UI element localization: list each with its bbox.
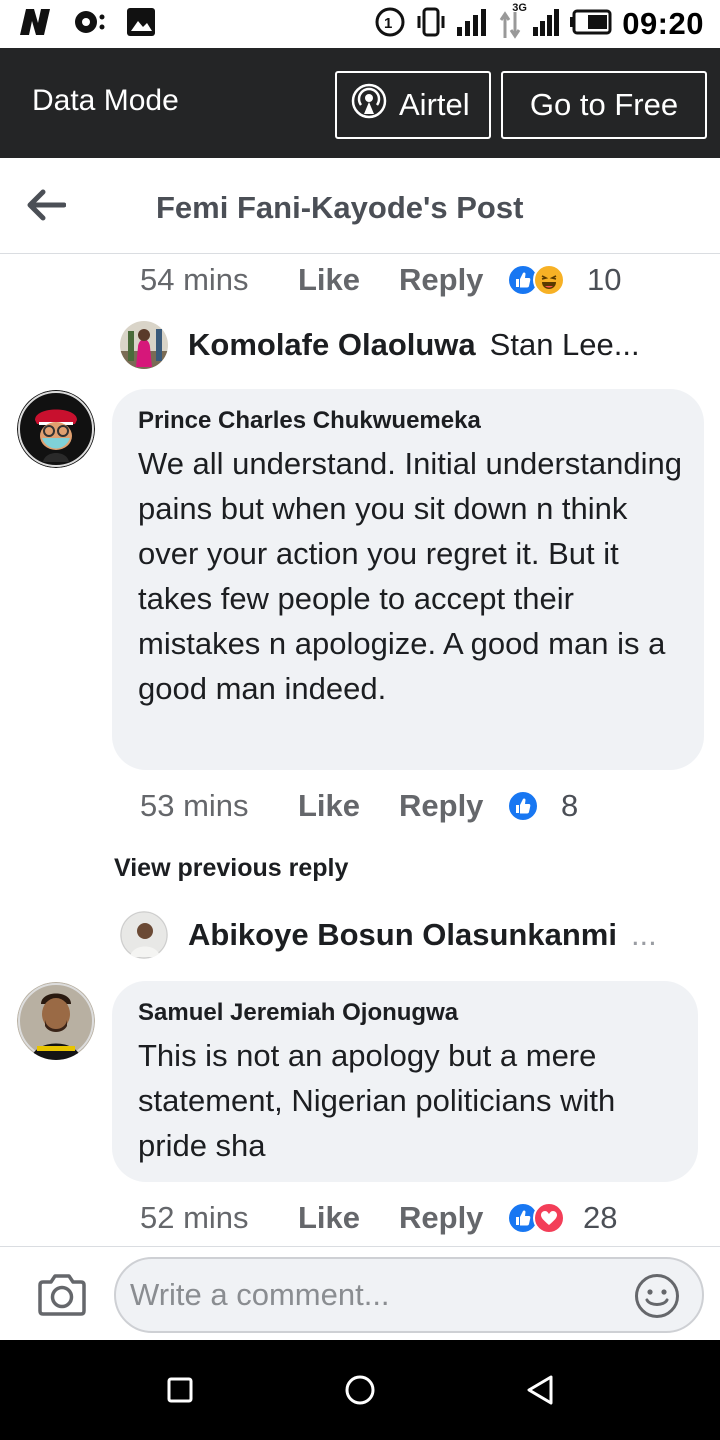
camera-icon[interactable] — [36, 1273, 88, 1317]
signal-icon-2 — [532, 7, 560, 42]
battery-icon — [570, 8, 612, 41]
reactions-summary[interactable] — [507, 1202, 565, 1234]
love-reaction-icon — [533, 1202, 565, 1234]
like-button[interactable]: Like — [298, 262, 399, 298]
svg-text:1: 1 — [384, 15, 392, 32]
volte-icon: 1 — [374, 6, 406, 43]
broadcast-icon — [351, 83, 387, 127]
timestamp: 52 mins — [140, 1200, 249, 1235]
data-mode-bar: Data Mode Airtel Go to Free — [0, 48, 720, 158]
like-reaction-icon — [507, 790, 539, 822]
reply-preview[interactable]: Abikoye Bosun Olasunkanmi ... — [120, 910, 657, 960]
avatar[interactable] — [17, 982, 95, 1060]
carrier-button[interactable]: Airtel — [335, 71, 491, 139]
comment-composer — [0, 1246, 720, 1340]
comment-input-container[interactable] — [114, 1257, 704, 1333]
clock: 09:20 — [622, 6, 704, 41]
back-icon[interactable] — [520, 1370, 560, 1410]
avatar[interactable] — [17, 390, 95, 468]
home-icon[interactable] — [340, 1370, 380, 1410]
signal-icon — [456, 7, 488, 42]
haha-reaction-icon — [533, 264, 565, 296]
data-3g-icon: 3G — [498, 2, 527, 40]
reply-actions: 54 mins Like Reply 10 — [140, 260, 621, 300]
reply-author[interactable]: Abikoye Bosun Olasunkanmi — [188, 917, 617, 953]
reply-author[interactable]: Komolafe Olaoluwa — [188, 327, 476, 363]
comment-author[interactable]: Prince Charles Chukwuemeka — [138, 407, 682, 435]
reply-preview[interactable]: Komolafe Olaoluwa Stan Lee... — [120, 320, 640, 370]
recents-icon[interactable] — [160, 1370, 200, 1410]
reply-snippet: ... — [630, 917, 657, 952]
avatar — [120, 911, 168, 959]
comment-text: We all understand. Initial understanding… — [138, 446, 682, 706]
reply-snippet: Stan Lee... — [489, 327, 640, 362]
timestamp: 53 mins — [140, 788, 249, 823]
reply-button[interactable]: Reply — [399, 788, 507, 824]
like-button[interactable]: Like — [298, 788, 399, 824]
page-header: Femi Fani-Kayode's Post — [0, 158, 720, 254]
gallery-icon — [126, 7, 156, 42]
comment-bubble: Prince Charles Chukwuemeka We all unders… — [112, 389, 704, 770]
data-mode-label: Data Mode — [32, 84, 179, 117]
comment-actions: 53 mins Like Reply 8 — [140, 786, 578, 826]
comment-input[interactable] — [130, 1259, 620, 1331]
go-to-free-label: Go to Free — [529, 87, 679, 122]
status-bar: 1 3G 09:20 — [0, 0, 720, 48]
comment-text: This is not an apology but a mere statem… — [138, 1038, 616, 1163]
reply-button[interactable]: Reply — [399, 262, 507, 298]
comment-actions: 52 mins Like Reply 28 — [140, 1198, 617, 1238]
carrier-button-label: Airtel — [399, 87, 470, 122]
reaction-count: 8 — [561, 788, 579, 823]
comment-bubble: Samuel Jeremiah Ojonugwa This is not an … — [112, 981, 698, 1182]
reactions-summary[interactable] — [507, 264, 565, 296]
media-icon — [72, 7, 106, 42]
reactions-summary[interactable] — [507, 790, 539, 822]
page-title: Femi Fani-Kayode's Post — [156, 190, 524, 225]
emoji-icon[interactable] — [634, 1273, 680, 1319]
go-to-free-button[interactable]: Go to Free — [501, 71, 707, 139]
reply-button[interactable]: Reply — [399, 1200, 507, 1236]
comment-author[interactable]: Samuel Jeremiah Ojonugwa — [138, 999, 676, 1027]
timestamp: 54 mins — [140, 262, 249, 297]
like-button[interactable]: Like — [298, 1200, 399, 1236]
view-previous-reply-link[interactable]: View previous reply — [114, 854, 348, 883]
reaction-count: 10 — [587, 262, 622, 297]
vibrate-icon — [416, 6, 446, 43]
back-arrow-icon[interactable] — [26, 188, 70, 224]
system-nav-bar — [0, 1340, 720, 1440]
network-n-icon — [18, 7, 52, 42]
avatar — [120, 321, 168, 369]
reaction-count: 28 — [583, 1200, 618, 1235]
